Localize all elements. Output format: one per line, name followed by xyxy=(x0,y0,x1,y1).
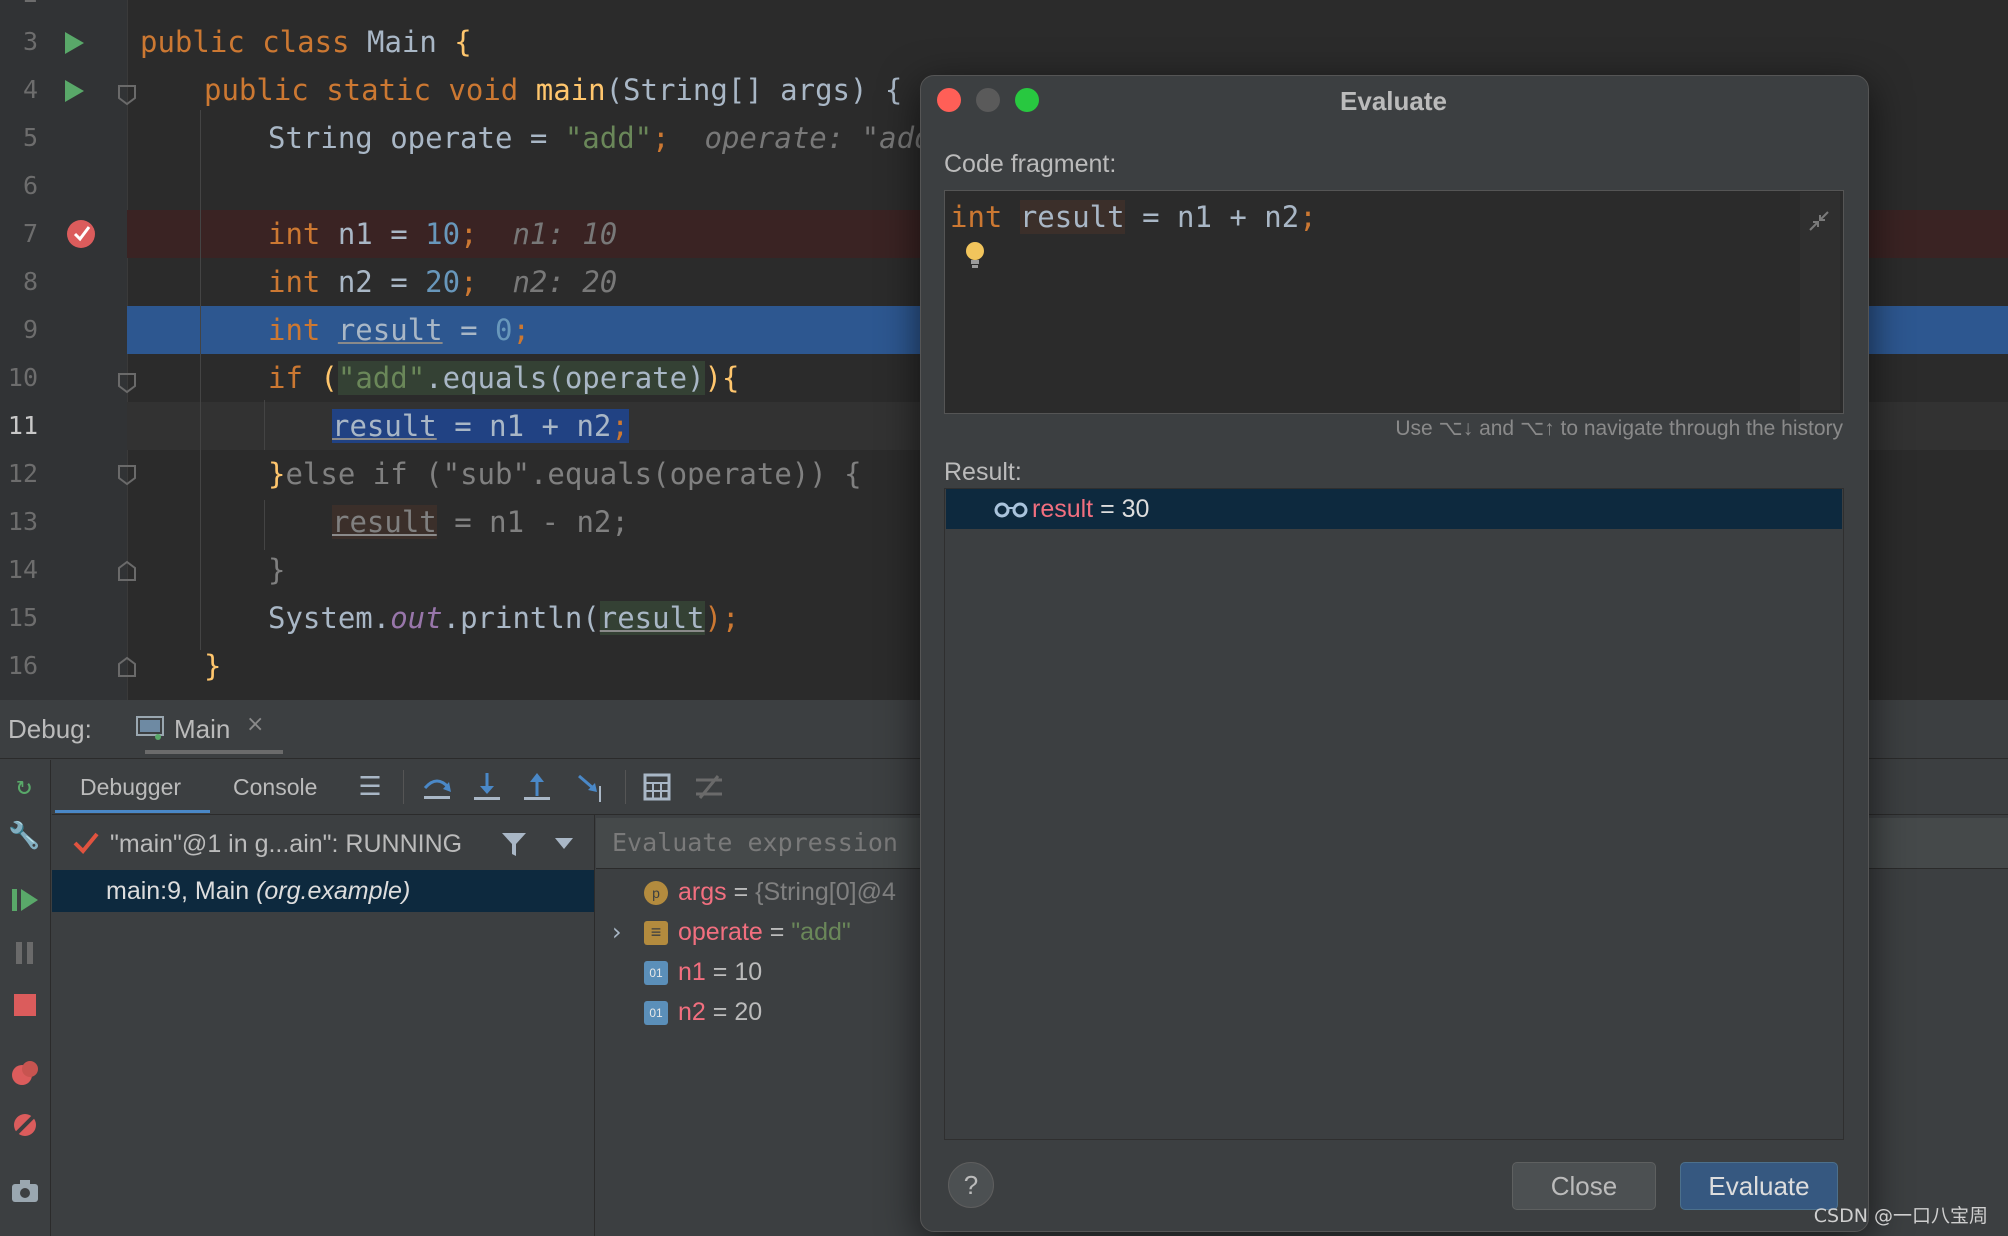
field-icon: ≡ xyxy=(644,921,668,946)
variable-row[interactable]: ≡ operate = "add" xyxy=(644,912,851,952)
result-text: result = 30 xyxy=(1032,495,1150,523)
line-number: 9 xyxy=(22,315,38,344)
run-class-icon[interactable] xyxy=(62,30,86,56)
watch-glasses-icon xyxy=(994,502,1028,518)
app-tab-icon xyxy=(136,716,164,740)
fold-end-icon[interactable] xyxy=(117,656,137,678)
active-tab-underline xyxy=(55,810,210,813)
line-number: 5 xyxy=(22,123,38,152)
run-main-icon[interactable] xyxy=(62,78,86,104)
debug-title: Debug: xyxy=(8,714,92,744)
line-number: 10 xyxy=(7,363,38,392)
line-number: 13 xyxy=(7,507,38,536)
pause-icon[interactable] xyxy=(12,940,38,966)
fold-end-icon[interactable] xyxy=(117,560,137,582)
chevron-down-icon[interactable] xyxy=(554,836,574,850)
fold-icon[interactable] xyxy=(117,464,137,486)
toolbar-separator xyxy=(625,770,626,804)
code-line-9[interactable]: int result = 0; xyxy=(268,306,530,354)
history-hint: Use ⌥↓ and ⌥↑ to navigate through the hi… xyxy=(1395,417,1843,440)
step-over-icon[interactable] xyxy=(420,770,454,804)
frame-label: main:9, Main (org.example) xyxy=(106,877,411,905)
run-to-cursor-icon[interactable] xyxy=(575,770,609,804)
code-line-12[interactable]: }else if ("sub".equals(operate)) { xyxy=(268,450,862,498)
step-into-icon[interactable] xyxy=(470,770,504,804)
tab-console[interactable]: Console xyxy=(233,760,317,814)
line-number: 6 xyxy=(22,171,38,200)
line-number: 4 xyxy=(22,75,38,104)
variable-row[interactable]: 01 n1 = 10 xyxy=(644,952,762,992)
thread-running-check-icon xyxy=(73,832,99,854)
code-line-16[interactable]: } xyxy=(204,642,221,690)
resume-icon[interactable] xyxy=(10,887,40,913)
line-number: 12 xyxy=(7,459,38,488)
breakpoint-icon[interactable] xyxy=(66,219,96,249)
code-line-5[interactable]: String operate = "add"; operate: "add" xyxy=(268,114,949,162)
trace-stream-icon[interactable] xyxy=(692,770,726,804)
code-line-14[interactable]: } xyxy=(268,546,285,594)
line-number: 2 xyxy=(0,0,38,18)
lightbulb-icon[interactable] xyxy=(964,240,986,272)
indent-guide xyxy=(264,400,265,450)
code-line-15[interactable]: System.out.println(result); xyxy=(268,594,739,642)
line-number: 3 xyxy=(22,27,38,56)
expand-arrow-icon[interactable]: › xyxy=(612,918,622,946)
line-number: 8 xyxy=(22,267,38,296)
variable-row[interactable]: p args = {String[0]@4 xyxy=(644,872,896,912)
code-line-3[interactable]: public class Main { xyxy=(140,18,472,66)
line-number: 7 xyxy=(22,219,38,248)
code-line-7[interactable]: int n1 = 10; n1: 10 xyxy=(268,210,617,258)
code-line-4[interactable]: public static void main(String[] args) {… xyxy=(204,66,972,114)
line-number-current: 11 xyxy=(7,411,38,440)
primitive-icon: 01 xyxy=(644,961,668,986)
rerun-icon[interactable]: ↻ xyxy=(8,770,40,802)
result-label: Result: xyxy=(944,458,1022,486)
variable-row[interactable]: 01 n2 = 20 xyxy=(644,992,762,1032)
fold-icon[interactable] xyxy=(117,372,137,394)
line-number: 16 xyxy=(7,651,38,680)
step-out-icon[interactable] xyxy=(520,770,554,804)
close-tab-icon[interactable]: × xyxy=(246,712,264,737)
dialog-title: Evaluate xyxy=(1340,86,1447,116)
show-execution-point-icon[interactable]: ☰ xyxy=(353,770,387,804)
evaluate-expression-icon[interactable] xyxy=(640,770,674,804)
indent-guide xyxy=(264,500,265,550)
code-fragment-text: int result = n1 + n2; xyxy=(950,200,1317,234)
code-fragment-label: Code fragment: xyxy=(944,150,1117,178)
session-tab-underline xyxy=(145,750,283,754)
code-line-13[interactable]: result = n1 - n2; xyxy=(332,498,629,546)
camera-icon[interactable] xyxy=(10,1178,40,1204)
collapse-editor-icon[interactable] xyxy=(1806,208,1832,234)
indent-guide xyxy=(200,110,201,650)
mute-breakpoints-icon[interactable] xyxy=(10,1110,40,1140)
toolbar-separator xyxy=(403,770,404,804)
parameter-icon: p xyxy=(644,881,668,906)
primitive-icon: 01 xyxy=(644,1001,668,1026)
tab-debugger[interactable]: Debugger xyxy=(80,760,181,814)
thread-selector[interactable]: "main"@1 in g...ain": RUNNING xyxy=(110,822,462,866)
evaluate-expression-placeholder: Evaluate expression xyxy=(612,828,898,857)
code-line-8[interactable]: int n2 = 20; n2: 20 xyxy=(268,258,617,306)
code-line-10[interactable]: if ("add".equals(operate)){ xyxy=(268,354,739,402)
stop-icon[interactable] xyxy=(12,992,38,1018)
settings-wrench-icon[interactable]: 🔧 xyxy=(8,820,40,852)
result-tree[interactable] xyxy=(944,488,1844,1140)
line-number: 14 xyxy=(7,555,38,584)
line-number: 15 xyxy=(7,603,38,632)
help-button[interactable]: ? xyxy=(948,1162,994,1208)
filter-icon[interactable] xyxy=(500,830,528,858)
close-button[interactable]: Close xyxy=(1512,1162,1656,1210)
watermark: CSDN @一口八宝周 xyxy=(1813,1205,1988,1227)
code-line-11[interactable]: result = n1 + n2; xyxy=(332,402,629,450)
fold-icon[interactable] xyxy=(117,84,137,106)
view-breakpoints-icon[interactable] xyxy=(10,1058,40,1088)
